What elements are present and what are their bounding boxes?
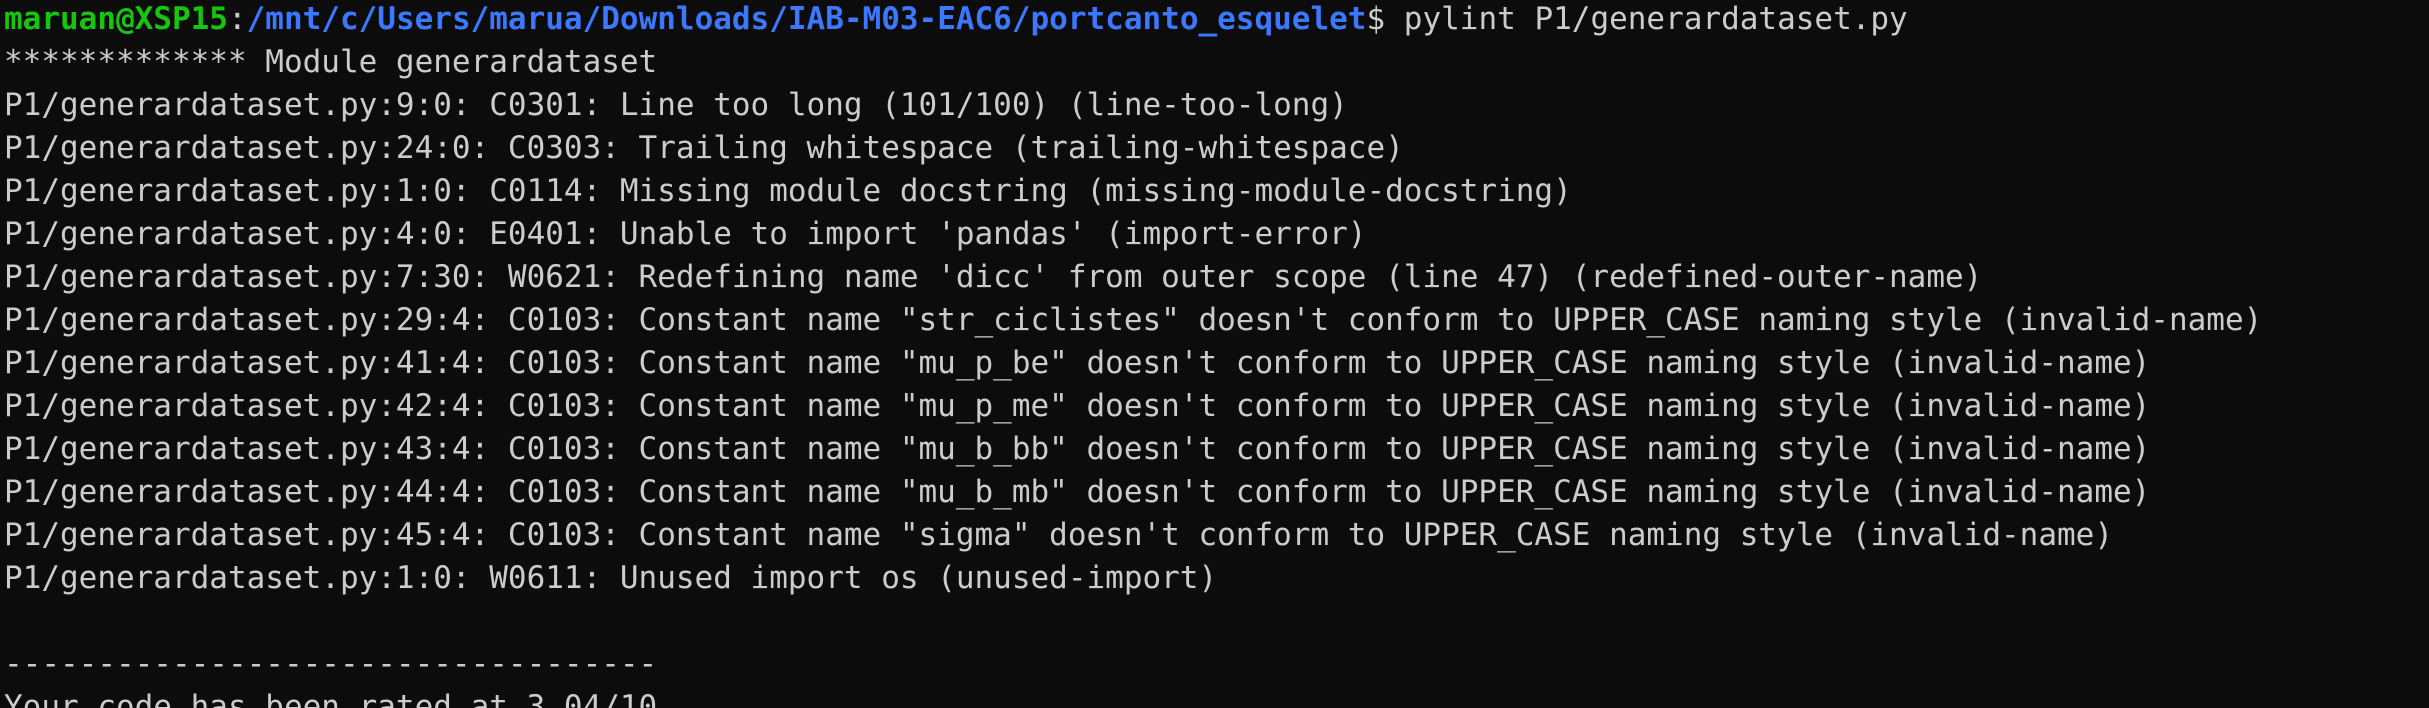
output-line: P1/generardataset.py:4:0: E0401: Unable … — [4, 216, 1367, 252]
output-line: P1/generardataset.py:43:4: C0103: Consta… — [4, 431, 2151, 467]
output-line: P1/generardataset.py:45:4: C0103: Consta… — [4, 517, 2113, 553]
output-line-module-header: ************* Module generardataset — [4, 44, 658, 80]
prompt-dollar: $ — [1366, 1, 1386, 37]
prompt-user-host: maruan@XSP15 — [4, 1, 228, 37]
output-line: P1/generardataset.py:1:0: W0611: Unused … — [4, 560, 1218, 596]
output-line: P1/generardataset.py:44:4: C0103: Consta… — [4, 474, 2151, 510]
terminal-window[interactable]: maruan@XSP15:/mnt/c/Users/marua/Download… — [0, 0, 2429, 708]
prompt-line: maruan@XSP15:/mnt/c/Users/marua/Download… — [4, 0, 2429, 41]
prompt-path: /mnt/c/Users/marua/Downloads/IAB-M03-EAC… — [246, 1, 1367, 37]
output-line: P1/generardataset.py:41:4: C0103: Consta… — [4, 345, 2151, 381]
output-line: P1/generardataset.py:1:0: C0114: Missing… — [4, 173, 1572, 209]
output-line: P1/generardataset.py:29:4: C0103: Consta… — [4, 302, 2263, 338]
separator-line: ----------------------------------- — [4, 646, 658, 682]
output-line: P1/generardataset.py:42:4: C0103: Consta… — [4, 388, 2151, 424]
output-line: P1/generardataset.py:9:0: C0301: Line to… — [4, 87, 1348, 123]
rating-line: Your code has been rated at 3.04/10 — [4, 689, 658, 708]
output-line: P1/generardataset.py:24:0: C0303: Traili… — [4, 130, 1404, 166]
output-line: P1/generardataset.py:7:30: W0621: Redefi… — [4, 259, 1983, 295]
command-text: pylint P1/generardataset.py — [1385, 1, 1908, 37]
prompt-separator: : — [227, 1, 247, 37]
